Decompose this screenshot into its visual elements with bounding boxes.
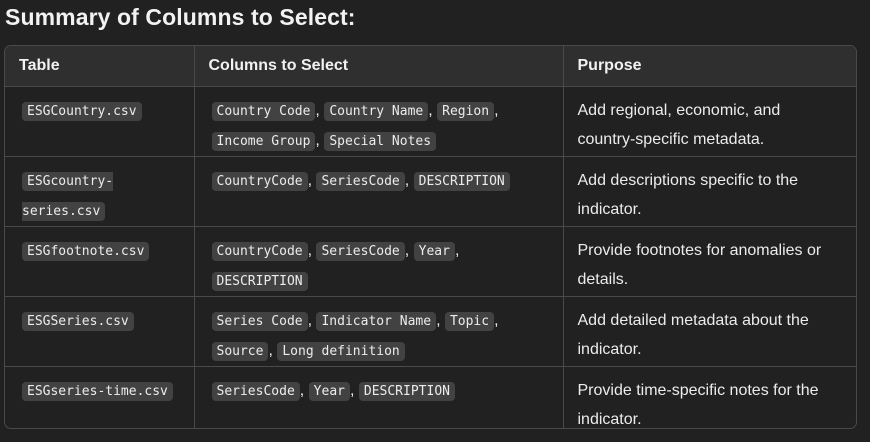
header-purpose: Purpose xyxy=(563,46,856,87)
table-name-code: ESGSeries.csv xyxy=(22,311,134,331)
table-name-cell: ESGfootnote.csv xyxy=(5,226,195,297)
column-code: Region xyxy=(437,101,495,121)
page-title: Summary of Columns to Select: xyxy=(5,4,356,30)
column-code: CountryCode xyxy=(211,241,308,261)
column-code: DESCRIPTION xyxy=(358,381,455,401)
column-code: Indicator Name xyxy=(316,311,437,331)
purpose-cell: Provide time-specific notes for the indi… xyxy=(577,381,819,428)
column-code: CountryCode xyxy=(211,171,308,191)
column-code: SeriesCode xyxy=(316,171,405,191)
column-code: Country Name xyxy=(324,101,429,121)
columns-cell: SeriesCode, Year, DESCRIPTION xyxy=(194,366,564,428)
purpose-cell: Add descriptions specific to the indicat… xyxy=(563,156,856,227)
table-header-row: Table Columns to Select Purpose xyxy=(5,46,856,87)
column-code: Long definition xyxy=(277,341,405,361)
purpose-cell: Add regional, economic, and country-spec… xyxy=(563,86,856,157)
table-name-cell: ESGseries-time.csv xyxy=(5,366,195,428)
column-code: DESCRIPTION xyxy=(413,171,510,191)
table-row: ESGSeries.csv Series Code, Indicator Nam… xyxy=(5,296,856,367)
column-code: SeriesCode xyxy=(316,241,405,261)
table-name-code: ESGfootnote.csv xyxy=(22,241,150,261)
column-code: Series Code xyxy=(211,311,308,331)
column-code: Income Group xyxy=(211,131,316,151)
columns-summary-table: Table Columns to Select Purpose ESGCount… xyxy=(4,45,857,429)
table-row: ESGfootnote.csv CountryCode, SeriesCode,… xyxy=(5,226,856,297)
columns-cell: Series Code, Indicator Name, Topic, Sour… xyxy=(194,296,564,367)
column-code: Source xyxy=(211,341,269,361)
columns-cell: CountryCode, SeriesCode, Year, DESCRIPTI… xyxy=(194,226,564,297)
header-columns-to-select: Columns to Select xyxy=(194,46,564,87)
table-row: ESGCountry.csv Country Code, Country Nam… xyxy=(5,86,856,157)
table-name-code: ESGcountry-series.csv xyxy=(22,171,114,221)
columns-cell: CountryCode, SeriesCode, DESCRIPTION xyxy=(194,156,564,227)
table-name-code: ESGCountry.csv xyxy=(22,101,142,121)
purpose-cell: Add detailed metadata about the indicato… xyxy=(563,296,856,367)
column-code: Country Code xyxy=(211,101,316,121)
column-code: Year xyxy=(413,241,455,261)
header-table: Table xyxy=(5,46,195,87)
column-code: Topic xyxy=(444,311,495,331)
columns-cell: Country Code, Country Name, Region, Inco… xyxy=(194,86,564,157)
table-row: ESGcountry-series.csv CountryCode, Serie… xyxy=(5,156,856,227)
column-code: SeriesCode xyxy=(211,381,300,401)
column-code: Year xyxy=(308,381,350,401)
table-name-cell: ESGSeries.csv xyxy=(5,296,195,367)
table-name-code: ESGseries-time.csv xyxy=(22,381,173,401)
table-name-cell: ESGCountry.csv xyxy=(5,86,195,157)
purpose-cell: Provide footnotes for anomalies or detai… xyxy=(563,226,856,297)
column-code: DESCRIPTION xyxy=(211,271,308,291)
table-name-cell: ESGcountry-series.csv xyxy=(5,156,195,227)
table-row: ESGseries-time.csv SeriesCode, Year, DES… xyxy=(5,366,856,428)
column-code: Special Notes xyxy=(324,131,437,151)
